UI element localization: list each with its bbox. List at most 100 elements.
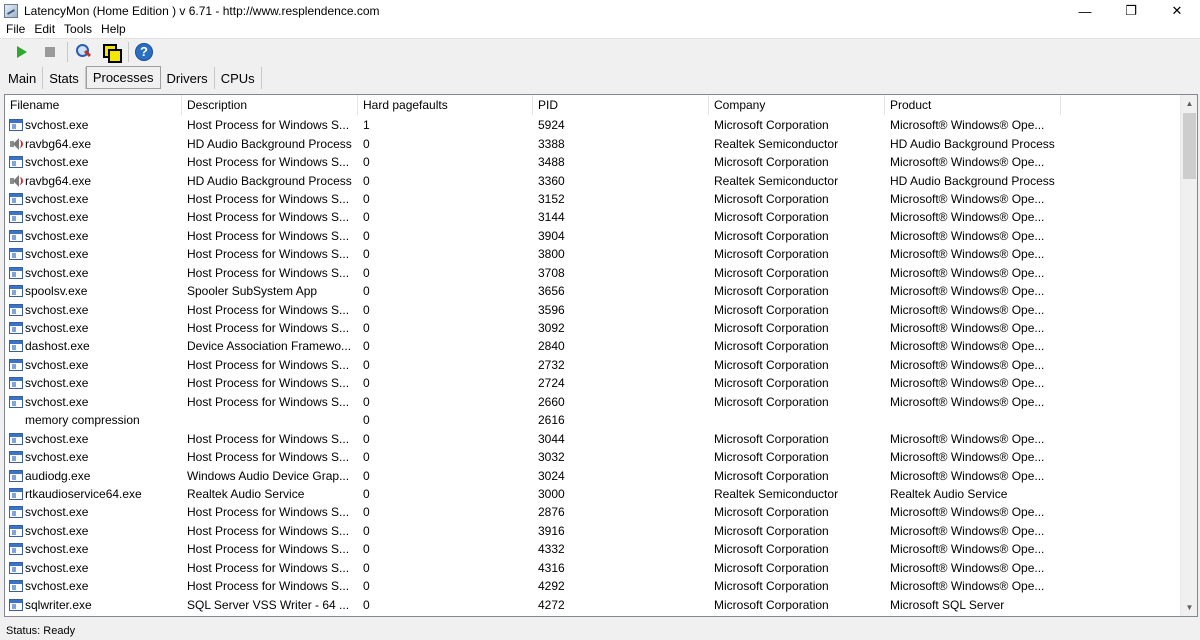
- cell-product: Microsoft® Windows® Ope...: [890, 450, 1045, 465]
- cell-product: Microsoft® Windows® Ope...: [890, 357, 1045, 372]
- cell-filename: svchost.exe: [5, 505, 182, 519]
- tools-button[interactable]: [71, 40, 95, 64]
- cell-pid: 3032: [538, 450, 565, 465]
- tab-drivers[interactable]: Drivers: [161, 67, 215, 89]
- table-row[interactable]: svchost.exe Host Process for Windows S...…: [5, 190, 1181, 208]
- menu-edit[interactable]: Edit: [34, 22, 55, 36]
- windows-icon: [102, 43, 122, 63]
- cell-company: Microsoft Corporation: [714, 542, 829, 557]
- cell-pid: 5924: [538, 118, 565, 133]
- table-row[interactable]: svchost.exe Host Process for Windows S...…: [5, 153, 1181, 171]
- tab-main[interactable]: Main: [2, 67, 44, 89]
- cell-filename: svchost.exe: [5, 266, 182, 280]
- table-row[interactable]: svchost.exe Host Process for Windows S...…: [5, 374, 1181, 392]
- table-row[interactable]: svchost.exe Host Process for Windows S...…: [5, 393, 1181, 411]
- filename-text: svchost.exe: [25, 394, 89, 409]
- window-title: LatencyMon (Home Edition ) v 6.71 - http…: [24, 4, 380, 18]
- cell-filename: spoolsv.exe: [5, 284, 182, 298]
- column-header-description[interactable]: Description: [182, 95, 358, 115]
- table-row[interactable]: svchost.exe Host Process for Windows S...…: [5, 208, 1181, 226]
- cell-product: HD Audio Background Process: [890, 173, 1055, 188]
- cell-filename: svchost.exe: [5, 210, 182, 224]
- minimize-button[interactable]: —: [1062, 0, 1108, 22]
- cell-company: Realtek Semiconductor: [714, 173, 839, 188]
- table-row[interactable]: svchost.exe Host Process for Windows S...…: [5, 300, 1181, 318]
- table-row[interactable]: audiodg.exe Windows Audio Device Grap... 0…: [5, 466, 1181, 484]
- table-row[interactable]: svchost.exe Host Process for Windows S...…: [5, 319, 1181, 337]
- column-header-hard-pagefaults[interactable]: Hard pagefaults: [358, 95, 533, 115]
- table-row[interactable]: svchost.exe Host Process for Windows S...…: [5, 356, 1181, 374]
- cell-pid: 2724: [538, 376, 565, 391]
- table-row[interactable]: svchost.exe Host Process for Windows S...…: [5, 503, 1181, 521]
- table-row[interactable]: svchost.exe Host Process for Windows S...…: [5, 227, 1181, 245]
- table-row[interactable]: memory compression 0 2616: [5, 411, 1181, 429]
- table-row[interactable]: ravbg64.exe HD Audio Background Process 0 3…: [5, 171, 1181, 189]
- table-row[interactable]: svchost.exe Host Process for Windows S...…: [5, 264, 1181, 282]
- scroll-thumb[interactable]: [1183, 113, 1196, 179]
- cell-product: Microsoft® Windows® Ope...: [890, 542, 1045, 557]
- table-row[interactable]: svchost.exe Host Process for Windows S...…: [5, 559, 1181, 577]
- cell-hard-pagefaults: 0: [363, 394, 370, 409]
- scroll-up-arrow[interactable]: ▲: [1181, 95, 1197, 112]
- filename-text: svchost.exe: [25, 321, 89, 336]
- table-row[interactable]: dashost.exe Device Association Framewo...…: [5, 337, 1181, 355]
- column-header-company[interactable]: Company: [709, 95, 885, 115]
- table-row[interactable]: svchost.exe Host Process for Windows S...…: [5, 116, 1181, 134]
- close-button[interactable]: ✕: [1154, 0, 1200, 22]
- cell-company: Microsoft Corporation: [714, 339, 829, 354]
- cell-company: Microsoft Corporation: [714, 523, 829, 538]
- scroll-down-arrow[interactable]: ▼: [1181, 599, 1197, 616]
- table-row[interactable]: svchost.exe Host Process for Windows S...…: [5, 522, 1181, 540]
- cell-company: Microsoft Corporation: [714, 560, 829, 575]
- maximize-button[interactable]: ❐: [1108, 0, 1154, 22]
- filename-text: svchost.exe: [25, 376, 89, 391]
- filename-text: memory compression: [25, 413, 140, 428]
- column-header-filename[interactable]: Filename: [5, 95, 182, 115]
- table-row[interactable]: svchost.exe Host Process for Windows S...…: [5, 540, 1181, 558]
- table-row[interactable]: svchost.exe Host Process for Windows S...…: [5, 429, 1181, 447]
- cell-description: Windows Audio Device Grap...: [187, 468, 350, 483]
- cell-pid: 4316: [538, 560, 565, 575]
- cell-description: Host Process for Windows S...: [187, 523, 350, 538]
- process-window-icon: [9, 303, 23, 316]
- start-button[interactable]: [10, 40, 34, 64]
- filename-text: svchost.exe: [25, 450, 89, 465]
- tab-stats[interactable]: Stats: [43, 67, 86, 89]
- cell-filename: audiodg.exe: [5, 469, 182, 483]
- vertical-scrollbar[interactable]: ▲ ▼: [1180, 95, 1197, 616]
- table-row[interactable]: svchost.exe Host Process for Windows S...…: [5, 577, 1181, 595]
- menu-file[interactable]: File: [6, 22, 25, 36]
- tab-cpus[interactable]: CPUs: [215, 67, 262, 89]
- cell-company: Microsoft Corporation: [714, 228, 829, 243]
- filename-text: svchost.exe: [25, 302, 89, 317]
- table-row[interactable]: rtkaudioservice64.exe Realtek Audio Servi…: [5, 485, 1181, 503]
- table-row[interactable]: svchost.exe Host Process for Windows S...…: [5, 245, 1181, 263]
- process-window-icon: [9, 451, 23, 464]
- cell-product: Microsoft® Windows® Ope...: [890, 247, 1045, 262]
- cell-hard-pagefaults: 0: [363, 450, 370, 465]
- cell-hard-pagefaults: 0: [363, 339, 370, 354]
- menu-tools[interactable]: Tools: [64, 22, 92, 36]
- column-header-pid[interactable]: PID: [533, 95, 709, 115]
- table-row[interactable]: spoolsv.exe Spooler SubSystem App 0 3656 Mic…: [5, 282, 1181, 300]
- cell-filename: svchost.exe: [5, 561, 182, 575]
- cell-description: Host Process for Windows S...: [187, 118, 350, 133]
- stop-button[interactable]: [38, 40, 62, 64]
- column-header-product[interactable]: Product: [885, 95, 1061, 115]
- process-window-icon: [9, 506, 23, 519]
- tab-processes[interactable]: Processes: [85, 66, 161, 89]
- help-button[interactable]: ?: [132, 40, 156, 64]
- table-row[interactable]: sqlwriter.exe SQL Server VSS Writer - 64 …: [5, 595, 1181, 613]
- cell-description: Host Process for Windows S...: [187, 210, 350, 225]
- table-row[interactable]: svchost.exe Host Process for Windows S...…: [5, 448, 1181, 466]
- cell-description: Device Association Framewo...: [187, 339, 352, 354]
- table-row[interactable]: ravbg64.exe HD Audio Background Process 0 3…: [5, 134, 1181, 152]
- menu-help[interactable]: Help: [101, 22, 126, 36]
- filename-text: dashost.exe: [25, 339, 90, 354]
- process-list[interactable]: Filename Description Hard pagefaults PID…: [4, 94, 1198, 617]
- speaker-icon: [9, 174, 23, 187]
- cell-filename: svchost.exe: [5, 376, 182, 390]
- cell-filename: svchost.exe: [5, 247, 182, 261]
- windows-button[interactable]: [99, 40, 123, 64]
- cell-description: Host Process for Windows S...: [187, 560, 350, 575]
